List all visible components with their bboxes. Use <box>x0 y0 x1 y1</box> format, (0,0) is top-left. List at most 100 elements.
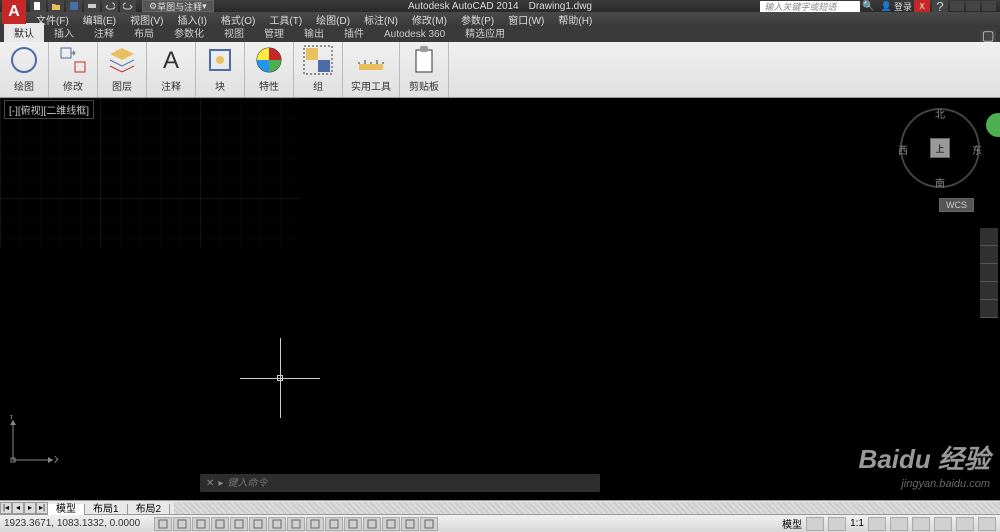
ribbon-panel-修改[interactable]: 修改 <box>49 42 98 97</box>
ribbon-tab[interactable]: Autodesk 360 <box>374 27 455 42</box>
tb-toggle[interactable] <box>420 517 438 531</box>
ribbon-panel-图层[interactable]: 图层 <box>98 42 147 97</box>
plot-button[interactable] <box>84 0 100 12</box>
clip-icon <box>408 44 440 76</box>
panel-label: 块 <box>215 78 225 93</box>
am-toggle[interactable] <box>401 517 419 531</box>
ribbon-panel-绘图[interactable]: 绘图 <box>0 42 49 97</box>
quick-view-layouts[interactable] <box>806 517 824 531</box>
layout-tab[interactable]: 布局2 <box>128 504 171 515</box>
autodesk-bubble-icon[interactable] <box>986 113 1000 137</box>
app-logo[interactable]: A <box>2 0 26 24</box>
command-line[interactable]: ✕ ▸ <box>200 474 600 492</box>
coordinates-display[interactable]: 1923.3671, 1083.1332, 0.0000 <box>4 518 140 529</box>
ribbon-tab[interactable]: 参数化 <box>164 23 214 42</box>
signin-button[interactable]: 👤 登录 <box>881 0 912 13</box>
dyn-toggle[interactable] <box>306 517 324 531</box>
open-button[interactable] <box>48 0 64 12</box>
ribbon-tab[interactable]: 布局 <box>124 23 164 42</box>
grid-toggle[interactable] <box>173 517 191 531</box>
ribbon-panel-组[interactable]: 组 <box>294 42 343 97</box>
drawing-area[interactable]: [-][俯视][二维线框] X Y 上 北 南 东 西 WCS ✕ ▸ Baid… <box>0 98 1000 500</box>
isolate-objects-icon[interactable] <box>956 517 974 531</box>
ribbon-tab[interactable]: 插入 <box>44 23 84 42</box>
ribbon-tab[interactable]: 插件 <box>334 23 374 42</box>
ortho-toggle[interactable] <box>192 517 210 531</box>
maximize-button[interactable] <box>966 1 980 11</box>
svg-text:Y: Y <box>8 415 15 422</box>
viewcube-south[interactable]: 南 <box>935 175 945 190</box>
ribbon-tab[interactable]: 输出 <box>294 23 334 42</box>
command-input[interactable] <box>227 478 594 489</box>
save-button[interactable] <box>66 0 82 12</box>
annotation-scale[interactable]: 1:1 <box>850 518 864 529</box>
pan-icon[interactable] <box>980 246 998 264</box>
tab-nav-last[interactable]: ▸| <box>36 502 48 514</box>
ribbon-tab[interactable]: 注释 <box>84 23 124 42</box>
showmotion-icon[interactable] <box>980 300 998 318</box>
tpy-toggle[interactable] <box>344 517 362 531</box>
viewport-controls[interactable]: [-][俯视][二维线框] <box>4 100 94 119</box>
ribbon-panel-特性[interactable]: 特性 <box>245 42 294 97</box>
clean-screen-icon[interactable] <box>978 517 996 531</box>
ribbon-panel-实用工具[interactable]: 实用工具 <box>343 42 400 97</box>
ribbon-tab[interactable]: 管理 <box>254 23 294 42</box>
osnap3d-toggle[interactable] <box>249 517 267 531</box>
tab-scrollbar[interactable] <box>174 502 1000 514</box>
new-button[interactable] <box>30 0 46 12</box>
status-bar: 1923.3671, 1083.1332, 0.0000 模型 1:1 <box>0 514 1000 532</box>
window-title: Autodesk AutoCAD 2014 Drawing1.dwg <box>408 1 592 12</box>
ribbon-panel-块[interactable]: 块 <box>196 42 245 97</box>
ribbon-tab[interactable]: 精选应用 <box>455 23 515 42</box>
exchange-icon[interactable]: X <box>914 0 930 12</box>
tab-nav-first[interactable]: |◂ <box>0 502 12 514</box>
otrack-toggle[interactable] <box>268 517 286 531</box>
hardware-accel-icon[interactable] <box>934 517 952 531</box>
search-input[interactable]: 输入关键字或短语 <box>760 1 860 12</box>
menu-item[interactable]: 修改(M) <box>406 12 453 27</box>
snap-toggle[interactable] <box>154 517 172 531</box>
viewcube-top-face[interactable]: 上 <box>930 138 950 158</box>
annotation-visibility-icon[interactable] <box>868 517 886 531</box>
ucs-icon[interactable]: X Y <box>8 415 58 470</box>
viewcube-north[interactable]: 北 <box>935 106 945 121</box>
close-cmdline-icon[interactable]: ✕ <box>206 478 214 489</box>
help-icon[interactable]: ? <box>932 0 948 12</box>
model-space-label[interactable]: 模型 <box>782 516 802 531</box>
qp-toggle[interactable] <box>363 517 381 531</box>
lwt-toggle[interactable] <box>325 517 343 531</box>
menu-item[interactable]: 帮助(H) <box>552 12 598 27</box>
ribbon-panel-注释[interactable]: A注释 <box>147 42 196 97</box>
ribbon-tab[interactable]: 默认 <box>4 23 44 42</box>
ducs-toggle[interactable] <box>287 517 305 531</box>
wcs-dropdown[interactable]: WCS <box>939 198 974 212</box>
zoom-icon[interactable] <box>980 264 998 282</box>
minimize-button[interactable] <box>950 1 964 11</box>
orbit-icon[interactable] <box>980 282 998 300</box>
tab-nav-prev[interactable]: ◂ <box>12 502 24 514</box>
viewcube-east[interactable]: 东 <box>972 142 982 157</box>
redo-button[interactable] <box>120 0 136 12</box>
viewcube-west[interactable]: 西 <box>898 142 908 157</box>
baidu-watermark: Baidu 经验 <box>859 439 990 476</box>
workspace-label: 草图与注释 <box>157 0 202 13</box>
model-tab[interactable]: 模型 <box>48 504 85 515</box>
lock-ui-icon[interactable] <box>912 517 930 531</box>
ribbon-panel-剪贴板[interactable]: 剪贴板 <box>400 42 449 97</box>
sc-toggle[interactable] <box>382 517 400 531</box>
viewcube[interactable]: 上 北 南 东 西 <box>900 108 980 188</box>
quick-view-drawings[interactable] <box>828 517 846 531</box>
polar-toggle[interactable] <box>211 517 229 531</box>
tab-nav-next[interactable]: ▸ <box>24 502 36 514</box>
undo-button[interactable] <box>102 0 118 12</box>
osnap-toggle[interactable] <box>230 517 248 531</box>
search-icon[interactable]: 🔍 <box>862 1 874 12</box>
ribbon-tab[interactable]: 视图 <box>214 23 254 42</box>
close-button[interactable] <box>982 1 996 11</box>
wheel-icon[interactable] <box>980 228 998 246</box>
ribbon-expand-icon[interactable]: ▢ <box>980 30 996 42</box>
layout-tab[interactable]: 布局1 <box>85 504 128 515</box>
workspace-dropdown[interactable]: ⚙ 草图与注释 ▾ <box>142 0 214 12</box>
workspace-switching-icon[interactable] <box>890 517 908 531</box>
panel-label: 剪贴板 <box>409 78 439 93</box>
